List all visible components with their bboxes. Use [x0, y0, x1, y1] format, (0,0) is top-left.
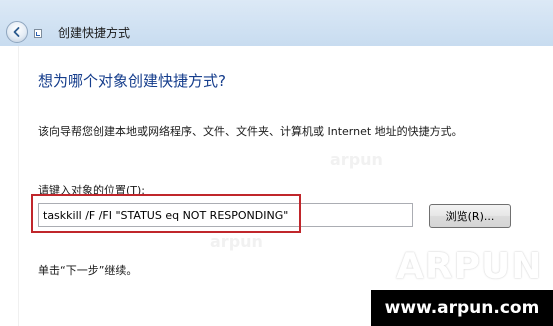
window-title: 创建快捷方式 — [58, 26, 131, 40]
next-hint: 单击“下一步”继续。 — [38, 264, 138, 277]
browse-button[interactable]: 浏览(R)... — [429, 204, 511, 228]
page-heading: 想为哪个对象创建快捷方式? — [38, 72, 226, 90]
title-bar: 创建快捷方式 — [0, 0, 553, 46]
location-input[interactable] — [38, 203, 413, 227]
back-arrow-icon — [13, 27, 20, 37]
watermark-logo: ARPUN — [396, 246, 543, 287]
back-button[interactable] — [6, 21, 28, 43]
shortcut-icon — [34, 29, 42, 38]
wizard-description: 该向导帮您创建本地或网络程序、文件、文件夹、计算机或 Internet 地址的快… — [38, 125, 463, 138]
watermark-url: www.arpun.com — [371, 290, 553, 326]
location-label: 请键入对象的位置(T): — [38, 184, 146, 197]
